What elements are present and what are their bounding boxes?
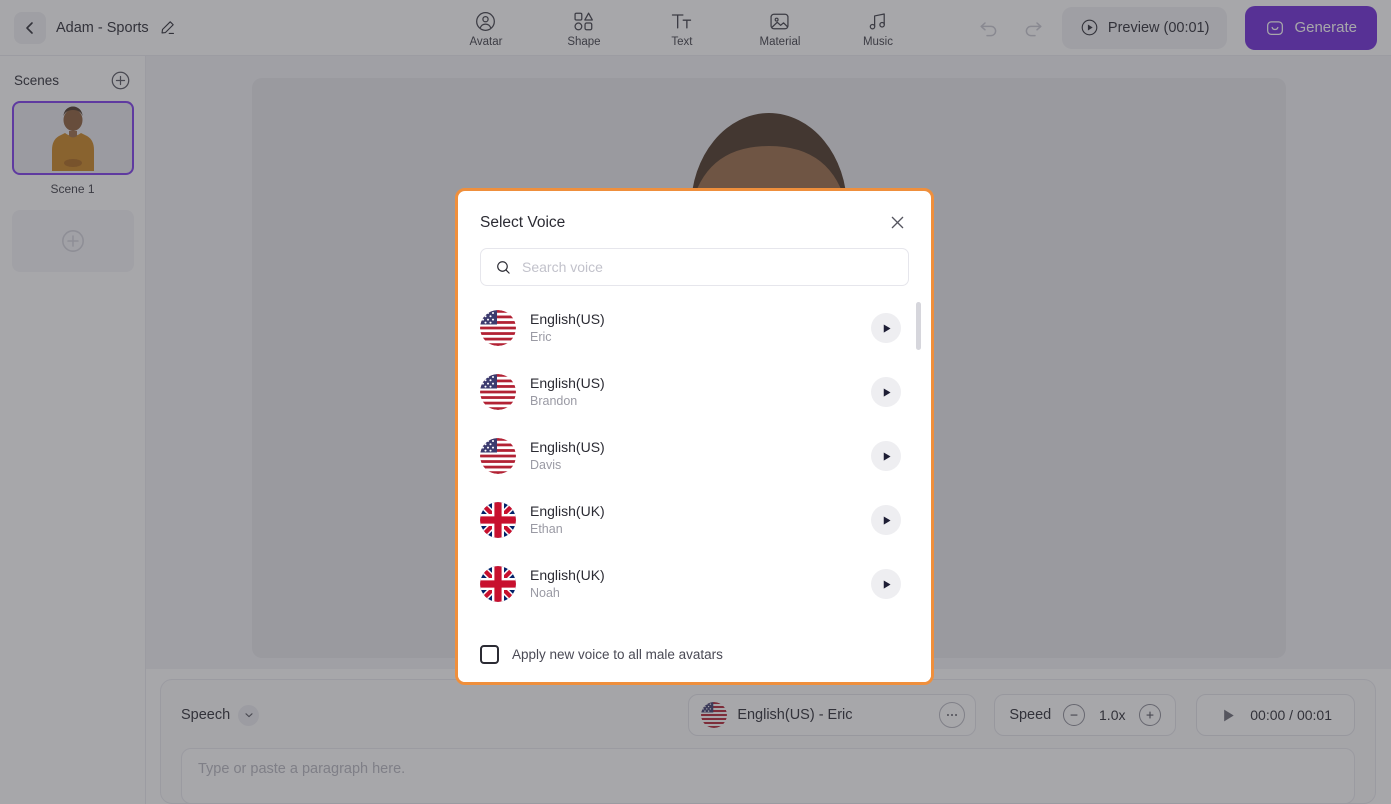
close-button[interactable] bbox=[886, 211, 909, 234]
voice-list-item[interactable]: English(US) Davis bbox=[480, 424, 931, 488]
search-icon bbox=[497, 260, 510, 274]
modal-title: Select Voice bbox=[480, 213, 566, 231]
modal-header: Select Voice bbox=[458, 191, 931, 240]
voice-list-item[interactable]: English(US) Eric bbox=[480, 296, 931, 360]
voice-info: English(US) Brandon bbox=[530, 374, 857, 410]
voice-play-button[interactable] bbox=[871, 313, 901, 343]
play-icon bbox=[883, 387, 891, 397]
voice-info: English(UK) Ethan bbox=[530, 502, 857, 538]
play-icon bbox=[883, 323, 891, 333]
voice-play-button[interactable] bbox=[871, 505, 901, 535]
search-voice-field[interactable]: Search voice bbox=[480, 248, 909, 286]
us-flag-icon bbox=[480, 310, 516, 346]
us-flag-icon bbox=[480, 438, 516, 474]
close-icon bbox=[891, 216, 904, 229]
voice-play-button[interactable] bbox=[871, 377, 901, 407]
voice-play-button[interactable] bbox=[871, 569, 901, 599]
play-icon bbox=[883, 515, 891, 525]
voice-name: Eric bbox=[530, 330, 552, 344]
play-icon bbox=[883, 579, 891, 589]
select-voice-modal: Select Voice Search voice English(US) Er… bbox=[455, 188, 934, 685]
uk-flag-icon bbox=[480, 502, 516, 538]
search-container: Search voice bbox=[458, 240, 931, 290]
voice-list-item[interactable]: English(UK) Noah bbox=[480, 552, 931, 616]
voice-language: English(US) bbox=[530, 439, 605, 456]
voice-info: English(UK) Noah bbox=[530, 566, 857, 602]
voice-list-item[interactable]: English(UK) Ethan bbox=[480, 488, 931, 552]
voice-language: English(UK) bbox=[530, 503, 605, 520]
voice-list[interactable]: English(US) Eric English(US) Brandon Eng… bbox=[458, 296, 931, 626]
voice-language: English(US) bbox=[530, 375, 605, 392]
us-flag-icon bbox=[480, 374, 516, 410]
voice-info: English(US) Eric bbox=[530, 310, 857, 346]
voice-play-button[interactable] bbox=[871, 441, 901, 471]
voice-name: Noah bbox=[530, 586, 560, 600]
voice-list-scrollbar[interactable] bbox=[916, 302, 921, 626]
apply-all-label: Apply new voice to all male avatars bbox=[512, 647, 723, 662]
voice-language: English(UK) bbox=[530, 567, 605, 584]
voice-name: Brandon bbox=[530, 394, 578, 408]
search-voice-placeholder: Search voice bbox=[522, 259, 603, 275]
voice-name: Davis bbox=[530, 458, 562, 472]
voice-list-item[interactable]: English(UK) bbox=[480, 616, 931, 626]
voice-name: Ethan bbox=[530, 522, 563, 536]
uk-flag-icon bbox=[480, 566, 516, 602]
play-icon bbox=[883, 451, 891, 461]
voice-info: English(US) Davis bbox=[530, 438, 857, 474]
scrollbar-thumb[interactable] bbox=[916, 302, 921, 350]
modal-footer: Apply new voice to all male avatars bbox=[458, 626, 931, 682]
app-root: Adam - Sports Avatar Shape Text Material… bbox=[0, 0, 1391, 804]
apply-all-checkbox[interactable] bbox=[480, 645, 499, 664]
voice-list-item[interactable]: English(US) Brandon bbox=[480, 360, 931, 424]
voice-language: English(US) bbox=[530, 311, 605, 328]
